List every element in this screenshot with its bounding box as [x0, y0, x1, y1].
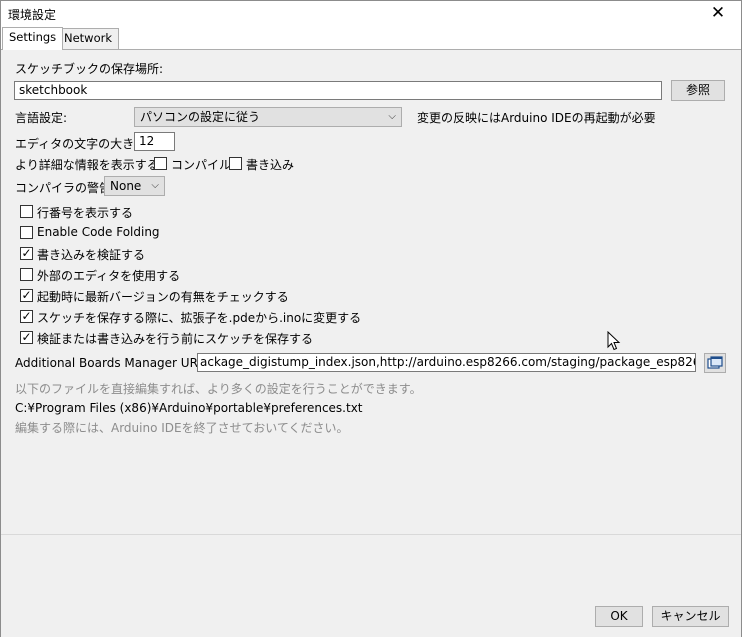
verbose-upload-checkbox[interactable]	[229, 157, 242, 170]
language-label: 言語設定:	[15, 111, 68, 125]
cancel-button[interactable]: キャンセル	[652, 606, 729, 627]
tab-network[interactable]: Network	[57, 28, 120, 49]
button-bar: OK キャンセル	[1, 534, 741, 637]
option-checkbox-pde-to-ino[interactable]: ✓	[20, 309, 33, 323]
close-icon[interactable]: ✕	[695, 1, 741, 26]
checkmark-icon: ✓	[21, 246, 32, 260]
boards-urls-editor-button[interactable]	[704, 353, 726, 373]
verbose-compile-label: コンパイル	[171, 158, 232, 172]
info-edit-directly: 以下のファイルを直接編集すれば、より多くの設定を行うことができます。	[15, 382, 422, 396]
verbose-label: より詳細な情報を表示する:	[15, 158, 163, 172]
settings-panel: スケッチブックの保存場所: sketchbook 参照 言語設定: パソコンの設…	[1, 50, 741, 534]
window-title: 環境設定	[8, 8, 57, 22]
option-checkbox-save-before-verify[interactable]: ✓	[20, 330, 33, 344]
verbose-compile-checkbox[interactable]	[154, 157, 167, 170]
compiler-warnings-selected: None	[110, 179, 142, 193]
preferences-file-path: C:¥Program Files (x86)¥Arduino¥portable¥…	[15, 401, 363, 415]
option-checkbox-external-editor[interactable]	[20, 268, 33, 281]
browse-button[interactable]: 参照	[671, 80, 725, 101]
option-label-code-folding: Enable Code Folding	[37, 225, 160, 239]
option-checkbox-check-updates[interactable]: ✓	[20, 288, 33, 302]
font-size-input[interactable]: 12	[134, 132, 175, 151]
compiler-warnings-label: コンパイラの警告:	[15, 181, 116, 195]
boards-urls-input[interactable]: ackage_digistump_index.json,http://ardui…	[197, 353, 696, 372]
language-select[interactable]: パソコンの設定に従う ⌵	[134, 107, 402, 127]
option-label-verify-upload: 書き込みを検証する	[37, 248, 146, 262]
option-label-save-before-verify: 検証または書き込みを行う前にスケッチを保存する	[37, 332, 314, 346]
mouse-cursor-icon	[607, 331, 621, 351]
title-bar: 環境設定 ✕	[1, 1, 741, 26]
checkmark-icon: ✓	[21, 330, 32, 344]
option-label-pde-to-ino: スケッチを保存する際に、拡張子を.pdeから.inoに変更する	[37, 311, 362, 325]
chevron-down-icon: ⌵	[388, 111, 396, 122]
sketchbook-label: スケッチブックの保存場所:	[15, 62, 164, 76]
checkmark-icon: ✓	[21, 309, 32, 323]
option-checkbox-line-numbers[interactable]	[20, 205, 33, 218]
preferences-window: 環境設定 ✕ Settings Network スケッチブックの保存場所: sk…	[0, 0, 742, 637]
font-size-label: エディタの文字の大きさ:	[15, 137, 151, 151]
tab-settings[interactable]: Settings	[2, 27, 64, 50]
option-label-external-editor: 外部のエディタを使用する	[37, 269, 181, 283]
option-checkbox-code-folding[interactable]	[20, 226, 33, 239]
option-checkbox-verify-upload[interactable]: ✓	[20, 246, 33, 260]
chevron-down-icon: ⌵	[151, 180, 159, 191]
verbose-upload-label: 書き込み	[246, 158, 295, 172]
tab-bar: Settings Network	[1, 27, 741, 50]
option-label-check-updates: 起動時に最新バージョンの有無をチェックする	[37, 290, 289, 304]
sketchbook-path-input[interactable]: sketchbook	[14, 81, 662, 100]
compiler-warnings-select[interactable]: None ⌵	[104, 176, 165, 196]
ok-button[interactable]: OK	[595, 606, 643, 627]
option-label-line-numbers: 行番号を表示する	[37, 206, 134, 220]
language-selected: パソコンの設定に従う	[140, 110, 261, 124]
info-close-ide: 編集する際には、Arduino IDEを終了させておいてください。	[15, 421, 349, 435]
restart-note: 変更の反映にはArduino IDEの再起動が必要	[417, 111, 656, 125]
checkmark-icon: ✓	[21, 288, 32, 302]
boards-urls-label: Additional Boards Manager URLs:	[15, 356, 215, 370]
window-icon	[707, 356, 723, 369]
